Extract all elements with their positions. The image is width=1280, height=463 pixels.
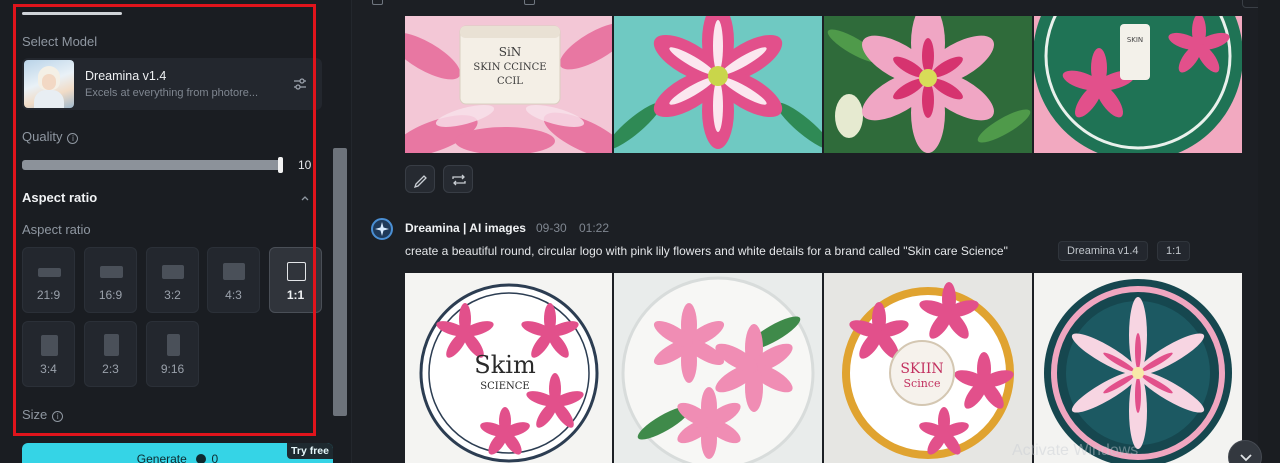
ratio-3-4-icon — [41, 335, 58, 356]
ratio-1-1-icon — [287, 262, 306, 281]
logo-text-1: Skim — [474, 351, 536, 379]
lily-gold-ring-jar: SKIIN Scince — [824, 273, 1032, 463]
result-image[interactable] — [614, 16, 822, 153]
quality-slider[interactable] — [22, 160, 282, 170]
ratio-tag: 1:1 — [1157, 241, 1191, 261]
group-checkbox[interactable] — [524, 0, 535, 5]
ratio-label: 2:3 — [102, 362, 119, 376]
author-name: Dreamina | AI images — [405, 221, 526, 235]
ratio-1-1[interactable]: 1:1 — [269, 247, 322, 313]
repeat-icon — [452, 174, 466, 186]
result-image[interactable]: SKIN — [1034, 16, 1242, 153]
logo-text-3: SKIIN — [900, 361, 943, 377]
lily-green-circle-jar: SKIN — [1034, 16, 1242, 153]
ratio-4-3-icon — [223, 263, 245, 280]
jar-text-4: SKIN — [1127, 36, 1143, 44]
result-image[interactable] — [824, 16, 1032, 153]
jar-text-3: CCIL — [497, 76, 523, 87]
jar-text-1: SiN — [499, 45, 522, 59]
try-free-badge: Try free — [287, 443, 333, 459]
ratio-2-3[interactable]: 2:3 — [84, 321, 137, 387]
prompt-text: create a beautiful round, circular logo … — [405, 244, 1008, 258]
ratio-3-2[interactable]: 3:2 — [146, 247, 199, 313]
generate-label: Generate — [136, 452, 187, 463]
ratio-label: 21:9 — [36, 288, 61, 302]
ratio-label: 3:2 — [164, 288, 181, 302]
logo-text-4: Scince — [904, 377, 941, 390]
lily-teal-pink-ring — [1034, 273, 1242, 463]
os-watermark: Activate Windows — [1012, 442, 1139, 459]
lily-teal-background — [614, 16, 822, 153]
message-time: 01:22 — [579, 221, 610, 235]
page-scroll-gutter — [1258, 0, 1280, 463]
aspect-ratio-heading[interactable]: Aspect ratio — [22, 190, 97, 205]
logo-text-2: SCIENCE — [480, 381, 529, 392]
result-image[interactable] — [1034, 273, 1242, 463]
ratio-16-9-icon — [100, 266, 123, 278]
jar-text-2: SKIN CCINCE — [473, 62, 546, 73]
generation-settings-panel: Select Model Dreamina v1.4 Excels at eve… — [0, 0, 352, 463]
quality-slider-handle[interactable] — [278, 157, 283, 173]
quality-label: Quality — [22, 129, 63, 144]
result-image[interactable] — [614, 273, 822, 463]
ratio-label: 9:16 — [160, 362, 185, 376]
panel-scrollbar[interactable] — [333, 148, 347, 416]
ratio-label: 4:3 — [225, 288, 242, 302]
result-image[interactable]: Skim SCIENCE — [405, 273, 612, 463]
message-date: 09-30 — [536, 221, 567, 235]
ratio-3-4[interactable]: 3:4 — [22, 321, 75, 387]
ratio-9-16-icon — [167, 334, 180, 356]
ratio-4-3[interactable]: 4:3 — [207, 247, 260, 313]
credit-icon — [196, 454, 207, 463]
ratio-2-3-icon — [104, 334, 119, 356]
model-name: Dreamina v1.4 — [85, 69, 167, 83]
scroll-down-button[interactable] — [1228, 440, 1262, 463]
size-label-row: Size i — [22, 407, 64, 422]
regenerate-button[interactable] — [443, 165, 473, 193]
select-model-label: Select Model — [22, 34, 98, 49]
result-image[interactable]: SiN SKIN CCINCE CCIL — [405, 16, 612, 153]
ratio-label: 16:9 — [98, 288, 123, 302]
ratio-9-16[interactable]: 9:16 — [146, 321, 199, 387]
pencil-icon — [413, 175, 427, 189]
lily-buds-green — [824, 16, 1032, 153]
chevron-down-icon — [1240, 454, 1252, 462]
quality-value: 10 — [298, 158, 312, 172]
size-label: Size — [22, 407, 48, 422]
image-feed: SiN SKIN CCINCE CCIL SKIN Dreamina | AI … — [352, 0, 1280, 463]
edit-button[interactable] — [405, 165, 435, 193]
result-image[interactable]: SKIIN Scince — [824, 273, 1032, 463]
generate-button[interactable]: Generate 0 Try free — [22, 443, 333, 463]
aspect-ratio-label: Aspect ratio — [22, 222, 91, 237]
model-tag: Dreamina v1.4 — [1058, 241, 1148, 261]
info-icon[interactable]: i — [67, 133, 79, 144]
lily-jar-closeup: SiN SKIN CCINCE CCIL — [405, 16, 612, 153]
lily-circle-logo-white: Skim SCIENCE — [405, 273, 612, 463]
ratio-label: 1:1 — [286, 288, 305, 302]
sparkle-icon — [375, 222, 389, 236]
ratio-21-9[interactable]: 21:9 — [22, 247, 75, 313]
lily-plate-white — [614, 273, 822, 463]
info-icon[interactable]: i — [52, 411, 64, 422]
quality-label-row: Quality i — [22, 129, 79, 144]
credit-count: 0 — [211, 452, 219, 463]
avatar — [371, 218, 393, 240]
model-selector[interactable]: Dreamina v1.4 Excels at everything from … — [22, 58, 322, 110]
active-tab-indicator — [22, 12, 122, 15]
filter-checkbox[interactable] — [372, 0, 383, 5]
ratio-21-9-icon — [38, 268, 61, 277]
ratio-label: 3:4 — [40, 362, 57, 376]
ratio-3-2-icon — [162, 265, 184, 279]
model-description: Excels at everything from photore... — [85, 87, 259, 99]
ratio-16-9[interactable]: 16:9 — [84, 247, 137, 313]
sliders-icon[interactable] — [292, 76, 308, 92]
model-thumbnail — [24, 60, 74, 108]
chevron-up-icon[interactable] — [300, 193, 310, 203]
